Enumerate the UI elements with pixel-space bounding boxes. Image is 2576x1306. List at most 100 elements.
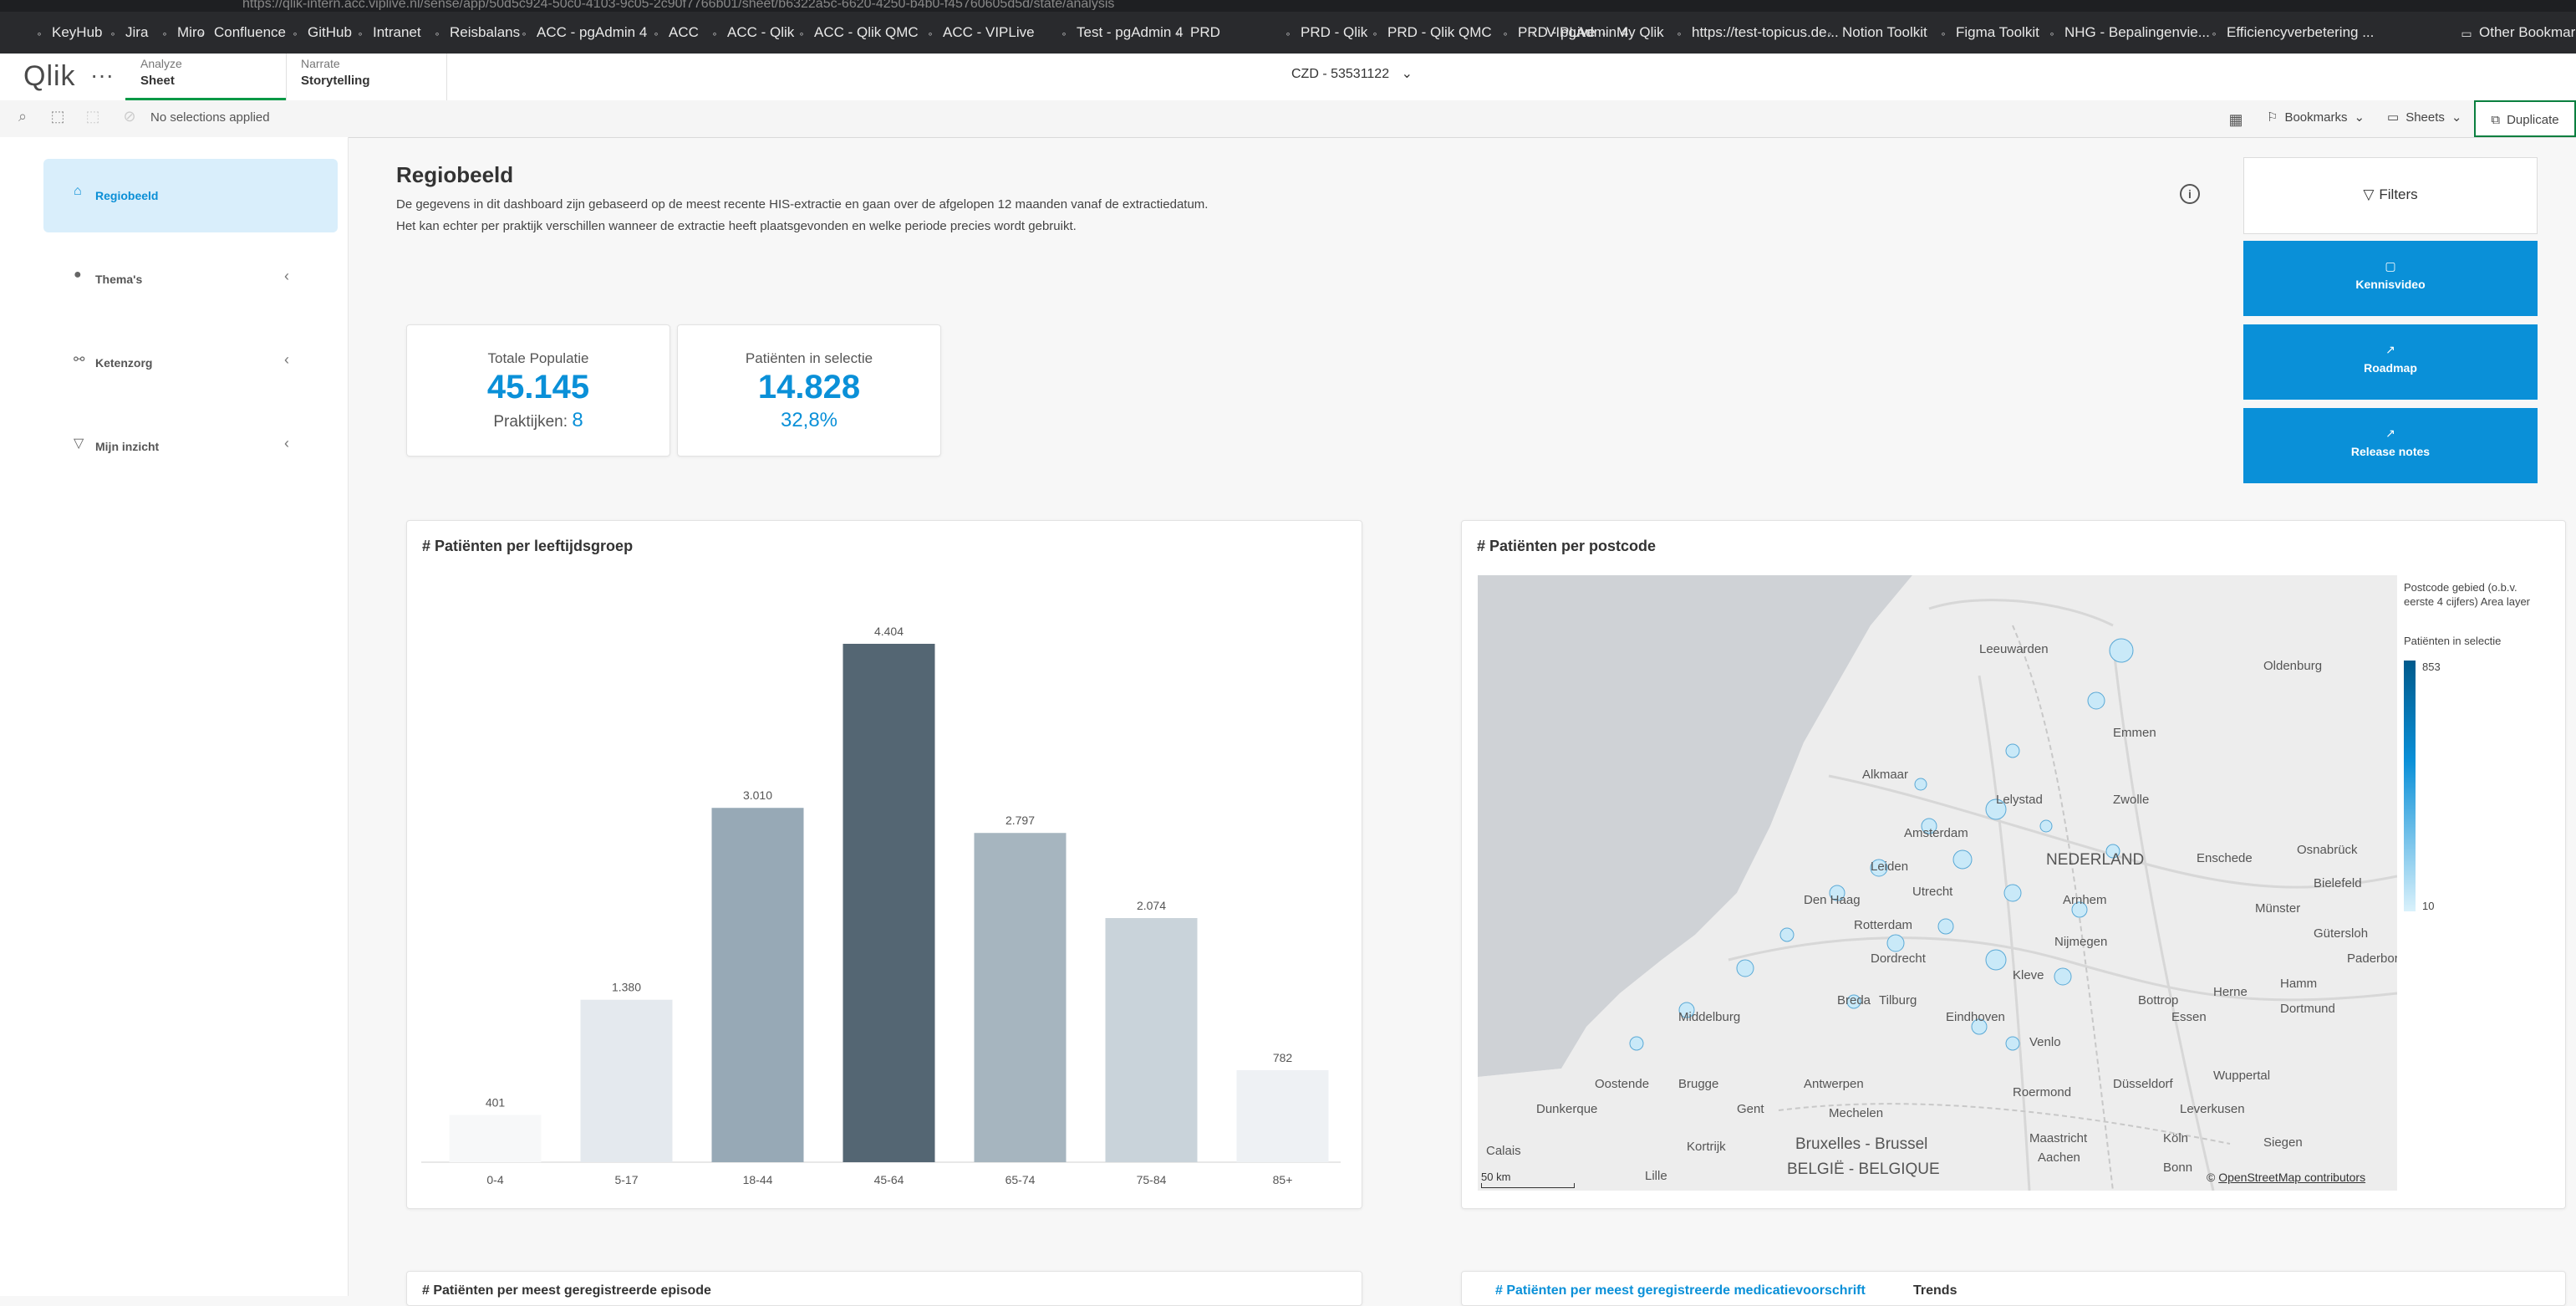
sidebar-item-label: Ketenzorg — [95, 356, 153, 370]
other-bookmarks[interactable]: ▭ Other Bookmarks — [2459, 12, 2576, 54]
map-city-label: Bottrop — [2138, 993, 2179, 1008]
bookmark-label: GitHub — [308, 24, 352, 40]
other-bookmarks-label: Other Bookmarks — [2479, 24, 2576, 40]
bar-85+[interactable] — [1236, 1069, 1329, 1162]
map-city-label: Aachen — [2038, 1150, 2080, 1165]
step-back-icon[interactable]: ⬚ — [84, 107, 102, 125]
age-group-bar-chart[interactable]: 401 0-4 1.380 5-17 3.010 18-44 4.404 45-64 2.797… — [421, 585, 1349, 1196]
bar-5-17[interactable] — [580, 999, 673, 1162]
map-city-label: Maastricht — [2029, 1131, 2088, 1145]
bookmark-item[interactable]: ◦ Intranet — [353, 12, 421, 54]
tab-analyze[interactable]: Analyze Sheet — [125, 54, 287, 100]
sidebar-item-themas[interactable]: ● Thema's ‹ — [43, 242, 338, 316]
bookmark-item[interactable]: ◦ Test - pgAdmin 4 — [1056, 12, 1184, 54]
attribution-link[interactable]: OpenStreetMap contributors — [2218, 1171, 2365, 1184]
bookmarks-label: Bookmarks — [2284, 110, 2348, 125]
bookmark-label: ACC - pgAdmin 4 — [537, 24, 648, 40]
smart-search-icon[interactable]: ⌕ — [13, 107, 32, 125]
duplicate-button[interactable]: ⧉ Duplicate — [2474, 100, 2576, 137]
map-city-label: Oostende — [1595, 1077, 1650, 1091]
bookmark-item[interactable]: ◦ Jira — [105, 12, 149, 54]
bookmark-label: PRD - Qlik QMC — [1387, 24, 1492, 40]
roadmap-button[interactable]: ↗ Roadmap — [2243, 324, 2538, 400]
bookmark-item[interactable]: ◦ https://test-topicus.de... — [1672, 12, 1839, 54]
qlik-logo[interactable]: Qlik — [23, 60, 76, 93]
bookmark-item[interactable]: ◦ VIPLive — [1526, 12, 1596, 54]
bookmark-label: Efficiencyverbetering ... — [2227, 24, 2375, 40]
tab-narrate[interactable]: Narrate Storytelling — [286, 54, 447, 100]
map-city-label: Dortmund — [2280, 1002, 2335, 1016]
kpi-value: 14.828 — [757, 369, 861, 406]
bar-45-64[interactable] — [843, 644, 935, 1162]
bookmark-item[interactable]: ◦ PRD - Qlik — [1280, 12, 1368, 54]
browser-url[interactable]: https://qlik-intern.acc.viplive.nl/sense… — [242, 0, 1114, 10]
bar-75-84[interactable] — [1105, 918, 1198, 1162]
grid-view-icon[interactable]: ▦ — [2227, 110, 2245, 129]
bookmark-item[interactable]: ◦ Efficiencyverbetering ... — [2207, 12, 2375, 54]
bookmark-item[interactable]: ◦ GitHub — [288, 12, 352, 54]
bookmarks-button[interactable]: ⚐ Bookmarks ⌄ — [2267, 104, 2365, 132]
tab-medication[interactable]: # Patiënten per meest geregistreerde med… — [1495, 1283, 1866, 1298]
sidebar-item-ketenzorg[interactable]: ⚯ Ketenzorg ‹ — [43, 326, 338, 400]
bar-65-74[interactable] — [974, 833, 1067, 1162]
kennisvideo-button[interactable]: ▢ Kennisvideo — [2243, 241, 2538, 316]
bookmark-item[interactable]: ◦ Reisbalans — [430, 12, 521, 54]
bookmark-item[interactable]: ◦ ACC — [649, 12, 699, 54]
link-icon: ⚯ — [74, 353, 85, 367]
tab-narrate-caption: Narrate — [301, 57, 340, 70]
map-city-label: Köln — [2163, 1131, 2189, 1145]
bookmark-icon: ◦ — [928, 26, 933, 40]
bookmark-label: ACC - Qlik — [727, 24, 795, 40]
sheets-button[interactable]: ▭ Sheets ⌄ — [2387, 104, 2461, 132]
sidebar-item-label: Thema's — [95, 273, 143, 286]
kpi-label: Totale Populatie — [487, 350, 589, 366]
map-city-label: Enschede — [2197, 851, 2253, 865]
info-icon[interactable]: i — [2180, 184, 2200, 204]
bookmark-item[interactable]: ◦ Figma Toolkit — [1936, 12, 2039, 54]
bookmark-item[interactable]: ◦ PRD — [1170, 12, 1220, 54]
map-city-label: Lille — [1645, 1169, 1667, 1183]
sheets-icon: ▭ — [2387, 110, 2400, 125]
bookmark-item[interactable]: ◦ Confluence — [194, 12, 287, 54]
x-tick-label: 5-17 — [614, 1173, 638, 1186]
bookmark-icon: ◦ — [1941, 26, 1946, 40]
more-menu-button[interactable]: ··· — [90, 62, 114, 89]
filters-button[interactable]: ▽ Filters — [2243, 157, 2538, 234]
sidebar-item-regiobeeld[interactable]: ⌂ Regiobeeld — [43, 159, 338, 232]
app-title-dropdown[interactable]: CZD - 53531122 ⌄ — [1291, 65, 1413, 82]
bookmark-item[interactable]: ◦ ACC - pgAdmin 4 — [517, 12, 648, 54]
bar-18-44[interactable] — [711, 808, 804, 1162]
lasso-select-icon[interactable]: ⬚ — [48, 107, 67, 125]
data-label: 1.380 — [612, 981, 641, 994]
clear-selections-icon[interactable]: ⊘ — [120, 107, 139, 125]
bookmark-item[interactable]: ◦ ACC - VIPLive — [923, 12, 1035, 54]
bookmark-label: ACC - Qlik QMC — [814, 24, 919, 40]
map-city-label: Utrecht — [1912, 885, 1953, 899]
bookmark-item[interactable]: ◦ KeyHub — [32, 12, 103, 54]
episode-chart-card[interactable]: # Patiënten per meest geregistreerde epi… — [406, 1271, 1362, 1306]
x-tick-label: 45-64 — [874, 1173, 904, 1186]
bookmark-item[interactable]: ◦ NHG - Bepalingenvie... — [2044, 12, 2210, 54]
bar-0-4[interactable] — [449, 1115, 542, 1162]
bookmark-icon: ◦ — [162, 26, 167, 40]
tab-trends[interactable]: Trends — [1913, 1283, 1957, 1298]
external-link-icon: ↗ — [2385, 343, 2395, 356]
chevron-down-icon: ⌄ — [1401, 67, 1413, 81]
data-label: 3.010 — [743, 788, 772, 802]
medication-chart-card[interactable]: # Patiënten per meest geregistreerde med… — [1461, 1271, 2566, 1306]
bookmark-item[interactable]: ◦ Notion Toolkit — [1822, 12, 1927, 54]
sidebar-item-mijn-inzicht[interactable]: ▽ Mijn inzicht ‹ — [43, 410, 338, 483]
postcode-map[interactable]: Leeuwarden Oldenburg Emmen Alkmaar Lelystad Z… — [1478, 575, 2397, 1191]
map-scale: 50 km — [1481, 1171, 1575, 1188]
bookmark-item[interactable]: ◦ PRD - Qlik QMC — [1367, 12, 1492, 54]
map-attribution[interactable]: © OpenStreetMap contributors — [2207, 1171, 2365, 1184]
kpi-patienten-in-selectie[interactable]: Patiënten in selectie 14.828 32,8% — [677, 324, 941, 457]
bookmark-item[interactable]: ◦ ACC - Qlik — [707, 12, 795, 54]
map-city-label: Mechelen — [1829, 1106, 1884, 1120]
bookmark-item[interactable]: ◦ ACC - Qlik QMC — [794, 12, 919, 54]
kpi-totale-populatie[interactable]: Totale Populatie 45.145 Praktijken: 8 — [406, 324, 670, 457]
bookmark-item[interactable]: ◦ My Qlik — [1596, 12, 1664, 54]
release-notes-button[interactable]: ↗ Release notes — [2243, 408, 2538, 483]
roadmap-label: Roadmap — [2364, 361, 2417, 375]
bookmark-label: ACC — [669, 24, 699, 40]
